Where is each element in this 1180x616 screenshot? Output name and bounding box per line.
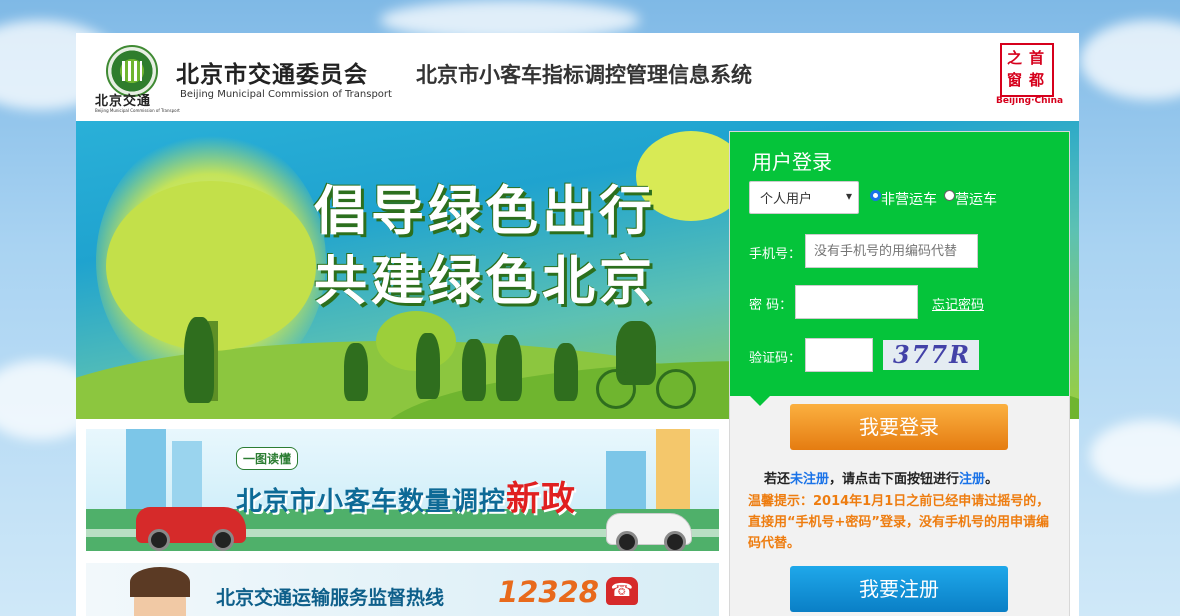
user-type-select[interactable]: 个人用户 ▾ (749, 181, 859, 214)
sky-cloud (1090, 420, 1180, 490)
child-figure (462, 339, 486, 401)
radio-label-operating[interactable]: 营运车 (955, 189, 997, 209)
runner-figure (184, 317, 214, 403)
building (172, 441, 202, 511)
policy-title-new: 新政 (506, 479, 577, 519)
seal-char: 窗 (1007, 71, 1023, 89)
register-button[interactable]: 我要注册 (790, 566, 1008, 612)
child-figure (344, 343, 368, 401)
hotline-number: 12328 (498, 575, 599, 609)
telephone-icon: ☎ (606, 577, 638, 605)
car-wheel-icon (664, 531, 686, 551)
policy-banner[interactable]: 一图读懂 北京市小客车数量调控新政 (86, 429, 719, 551)
hotline-text: 北京交通运输服务监督热线 (216, 587, 445, 609)
seal-caption: Beijing·China (996, 96, 1064, 106)
login-title: 用户登录 (752, 150, 832, 174)
seal-char: 之 (1007, 49, 1023, 67)
logo-subtext: Beijing Municipal Commission of Transpor… (95, 108, 180, 113)
register-hint-middle: ，请点击下面按钮进行 (829, 472, 960, 487)
org-name-en: Beijing Municipal Commission of Transpor… (180, 89, 392, 100)
password-input[interactable] (795, 285, 918, 319)
org-name-cn: 北京市交通委员会 (176, 62, 368, 88)
login-panel: 用户登录 个人用户 ▾ 非营运车 营运车 手机号： 密 码： 忘记密码 验证码：… (729, 131, 1070, 616)
captcha-image[interactable]: 377R (883, 340, 979, 370)
page-container: 北京交通 Beijing Municipal Commission of Tra… (76, 33, 1079, 616)
operator-hair (130, 567, 190, 597)
site-header: 北京交通 Beijing Municipal Commission of Tra… (76, 33, 1079, 121)
policy-title: 北京市小客车数量调控新政 (236, 471, 576, 520)
building (606, 451, 646, 511)
register-hint-suffix: 。 (985, 472, 999, 487)
radio-operating[interactable] (944, 190, 955, 201)
login-form-area: 用户登录 个人用户 ▾ 非营运车 营运车 手机号： 密 码： 忘记密码 验证码：… (730, 132, 1069, 396)
child-figure (496, 335, 522, 401)
system-title: 北京市小客车指标调控管理信息系统 (416, 63, 752, 87)
bicycle-wheel-icon (596, 369, 636, 409)
child-figure (554, 343, 578, 401)
policy-title-text: 北京市小客车数量调控 (236, 487, 507, 517)
car-wheel-icon (148, 529, 170, 551)
captcha-input[interactable] (805, 338, 873, 372)
radio-label-non-operating[interactable]: 非营运车 (881, 189, 937, 209)
forgot-password-link[interactable]: 忘记密码 (932, 294, 984, 313)
building (656, 429, 690, 511)
phone-label: 手机号： (749, 247, 802, 262)
slogan-line-1: 倡导绿色出行 (314, 181, 656, 242)
bicycle-wheel-icon (656, 369, 696, 409)
child-figure (416, 333, 440, 399)
password-label: 密 码： (749, 298, 793, 313)
slogan-line-2: 共建绿色北京 (314, 251, 656, 312)
seal-char: 都 (1029, 71, 1045, 89)
phone-input[interactable] (805, 234, 978, 268)
login-button[interactable]: 我要登录 (790, 404, 1008, 450)
panel-arrow (750, 396, 770, 406)
policy-tag: 一图读懂 (236, 447, 299, 470)
register-hint-prefix: 若还 (764, 472, 791, 487)
sky-cloud (1080, 20, 1180, 100)
car-wheel-icon (212, 529, 234, 551)
unregistered-link[interactable]: 未注册 (790, 472, 829, 487)
chevron-down-icon: ▾ (845, 189, 852, 203)
warm-tip: 温馨提示：2014年1月1日之前已经申请过摇号的，直接用“手机号+密码”登录，没… (748, 494, 1050, 551)
car-wheel-icon (616, 531, 638, 551)
user-type-value: 个人用户 (760, 192, 813, 207)
seal-char: 首 (1029, 49, 1045, 67)
register-link[interactable]: 注册 (959, 472, 985, 487)
radio-non-operating[interactable] (870, 190, 881, 201)
register-hint: 若还未注册，请点击下面按钮进行注册。 (764, 468, 998, 487)
building (126, 429, 166, 511)
logo-text: 北京交通 (95, 94, 152, 109)
captcha-label: 验证码： (749, 351, 802, 366)
hotline-banner[interactable]: 北京交通运输服务监督热线 12328 ☎ (86, 563, 719, 616)
capital-window-seal-icon[interactable]: 首 都 之 窗 (1000, 43, 1054, 97)
